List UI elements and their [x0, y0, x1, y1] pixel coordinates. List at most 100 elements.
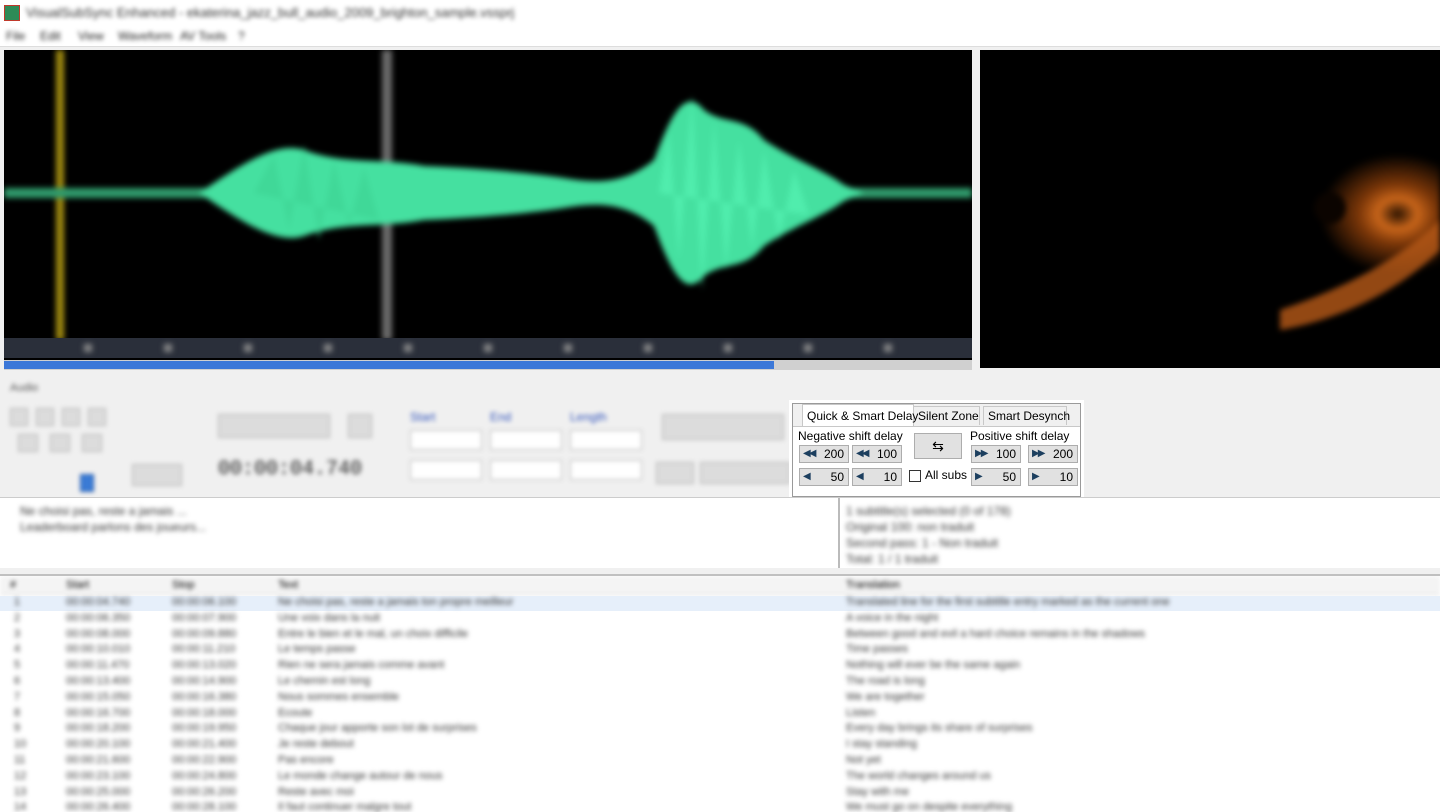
- end-field-2[interactable]: [490, 460, 562, 480]
- forward-button[interactable]: [50, 434, 70, 452]
- next-button[interactable]: [82, 434, 102, 452]
- shift-minus-200-button[interactable]: ◀◀ 200: [799, 445, 849, 463]
- table-row[interactable]: 12 00:00:23.100 00:00:24.800 Le monde chang…: [0, 770, 1440, 785]
- double-left-arrow-icon: ◀◀: [803, 448, 816, 459]
- shift-minus-100-button[interactable]: ◀◀ 100: [852, 445, 902, 463]
- loop-button[interactable]: [88, 408, 106, 426]
- cell-n: 5: [14, 659, 21, 672]
- cell-n: 10: [14, 738, 27, 751]
- note-right-2: Original 100: non traduit: [846, 520, 975, 534]
- menu-bar: File Edit View Waveform AV Tools ?: [0, 26, 1440, 47]
- scrollbar-thumb[interactable]: [4, 361, 774, 369]
- notes-divider[interactable]: [838, 498, 840, 568]
- start-field-2[interactable]: [410, 460, 482, 480]
- col-stop[interactable]: Stop: [172, 579, 195, 591]
- stop-button[interactable]: [36, 408, 54, 426]
- table-row[interactable]: 7 00:00:15.050 00:00:16.380 Nous sommes ens…: [0, 691, 1440, 706]
- note-right-4: Total: 1 / 1 traduit: [846, 552, 939, 566]
- toolbar-group-edit[interactable]: [218, 414, 330, 438]
- negative-shift-label: Negative shift delay: [798, 429, 903, 443]
- table-row[interactable]: 4 00:00:10.010 00:00:11.210 Le temps passe T…: [0, 643, 1440, 658]
- delay-tabs: Quick & Smart Delay Silent Zone Smart De…: [793, 404, 1080, 427]
- end-field[interactable]: [490, 430, 562, 450]
- cell-n: 9: [14, 722, 21, 735]
- cell-tr: We must go on despite everything: [846, 801, 1013, 812]
- menu-help[interactable]: ?: [238, 29, 245, 43]
- notes-area[interactable]: Ne choisi pas, reste a jamais ... Leader…: [0, 497, 1440, 568]
- length-field[interactable]: [570, 430, 642, 450]
- cell-start: 00:00:10.010: [66, 643, 131, 656]
- grid-header: # Start Stop Text Translation: [0, 576, 1440, 595]
- shift-minus-10-button[interactable]: ◀ 10: [852, 468, 902, 486]
- cell-tr: I stay standing: [846, 738, 917, 751]
- current-timecode: 00:00:04.740: [218, 458, 363, 481]
- apply-button[interactable]: [656, 462, 694, 484]
- menu-file[interactable]: File: [6, 29, 25, 43]
- double-left-arrow-icon: ◀◀: [856, 448, 869, 459]
- menu-waveform[interactable]: Waveform: [118, 29, 172, 43]
- cell-tr: A voice in the night: [846, 611, 939, 624]
- table-row[interactable]: 8 00:00:16.700 00:00:18.000 Ecoute Listen: [0, 707, 1440, 722]
- left-arrow-icon: ◀: [803, 471, 811, 482]
- double-right-arrow-icon: ▶▶: [975, 448, 988, 459]
- cell-n: 13: [14, 785, 27, 798]
- cell-n: 1: [14, 596, 21, 608]
- shift-plus-200-button[interactable]: ▶▶ 200: [1028, 445, 1078, 463]
- cell-text: Pas encore: [278, 754, 334, 766]
- start-field[interactable]: [410, 430, 482, 450]
- shift-minus-50-button[interactable]: ◀ 50: [799, 468, 849, 486]
- cell-start: 00:00:16.700: [66, 706, 131, 719]
- pause-button[interactable]: [62, 408, 80, 426]
- col-start[interactable]: Start: [66, 579, 89, 591]
- length-field-2[interactable]: [570, 460, 642, 480]
- cell-stop: 00:00:18.000: [172, 706, 237, 719]
- menu-edit[interactable]: Edit: [40, 29, 61, 43]
- col-text[interactable]: Text: [278, 579, 298, 591]
- col-number[interactable]: #: [10, 579, 16, 591]
- table-row[interactable]: 11 00:00:21.600 00:00:22.900 Pas encore Not …: [0, 754, 1440, 769]
- tab-quick-smart-delay[interactable]: Quick & Smart Delay: [802, 404, 918, 426]
- menu-av-tools[interactable]: AV Tools: [180, 29, 226, 43]
- table-row[interactable]: 14 00:00:26.400 00:00:28.100 Il faut contin…: [0, 801, 1440, 812]
- shift-plus-50-button[interactable]: ▶ 50: [971, 468, 1021, 486]
- all-subs-checkbox[interactable]: [909, 470, 921, 482]
- table-row[interactable]: 10 00:00:20.100 00:00:21.400 Je reste debou…: [0, 738, 1440, 753]
- preset-dropdown[interactable]: [700, 462, 790, 484]
- shift-plus-100-button[interactable]: ▶▶ 100: [971, 445, 1021, 463]
- cell-tr: Listen: [846, 706, 876, 719]
- table-row[interactable]: 1 00:00:04.740 00:00:06.100 Ne choisi pas, …: [0, 596, 1440, 611]
- tab-smart-desynch[interactable]: Smart Desynch: [983, 406, 1070, 425]
- cell-stop: 00:00:09.880: [172, 627, 237, 640]
- table-row[interactable]: 6 00:00:13.400 00:00:14.900 Le chemin est l…: [0, 675, 1440, 690]
- cell-start: 00:00:20.100: [66, 738, 131, 751]
- cell-start: 00:00:18.200: [66, 722, 131, 735]
- cell-n: 7: [14, 690, 21, 703]
- play-button[interactable]: [10, 408, 28, 426]
- cell-stop: 00:00:14.900: [172, 675, 237, 687]
- cell-stop: 00:00:24.800: [172, 769, 237, 782]
- table-row[interactable]: 5 00:00:11.470 00:00:13.020 Rien ne sera ja…: [0, 659, 1440, 674]
- delay-panel: Quick & Smart Delay Silent Zone Smart De…: [792, 403, 1081, 497]
- table-row[interactable]: 2 00:00:06.350 00:00:07.900 Une voix dans l…: [0, 612, 1440, 627]
- waveform-display[interactable]: [4, 50, 972, 370]
- toolbar-misc-button[interactable]: [348, 414, 372, 438]
- subtitle-grid[interactable]: # Start Stop Text Translation 1 00:00:04.…: [0, 574, 1440, 812]
- cell-tr: The world changes around us: [846, 769, 991, 782]
- cell-text: Le temps passe: [278, 643, 356, 656]
- volume-slider[interactable]: [80, 474, 94, 492]
- rewind-button[interactable]: [18, 434, 38, 452]
- reset-button[interactable]: [132, 464, 182, 486]
- tab-silent-zone[interactable]: Silent Zone: [913, 406, 980, 425]
- cell-start: 00:00:15.050: [66, 690, 131, 703]
- table-row[interactable]: 13 00:00:25.000 00:00:26.200 Reste avec moi…: [0, 786, 1440, 801]
- table-row[interactable]: 3 00:00:08.000 00:00:09.880 Entre le bien e…: [0, 628, 1440, 643]
- shift-plus-10-button[interactable]: ▶ 10: [1028, 468, 1078, 486]
- cell-stop: 00:00:28.100: [172, 801, 237, 812]
- swap-direction-button[interactable]: ⇆: [914, 433, 962, 459]
- waveform-graphic: [4, 50, 972, 370]
- col-translation[interactable]: Translation: [846, 579, 900, 591]
- toolbar-group-video[interactable]: [662, 414, 784, 440]
- cell-n: 11: [14, 754, 26, 766]
- table-row[interactable]: 9 00:00:18.200 00:00:19.950 Chaque jour app…: [0, 722, 1440, 737]
- menu-view[interactable]: View: [78, 29, 104, 43]
